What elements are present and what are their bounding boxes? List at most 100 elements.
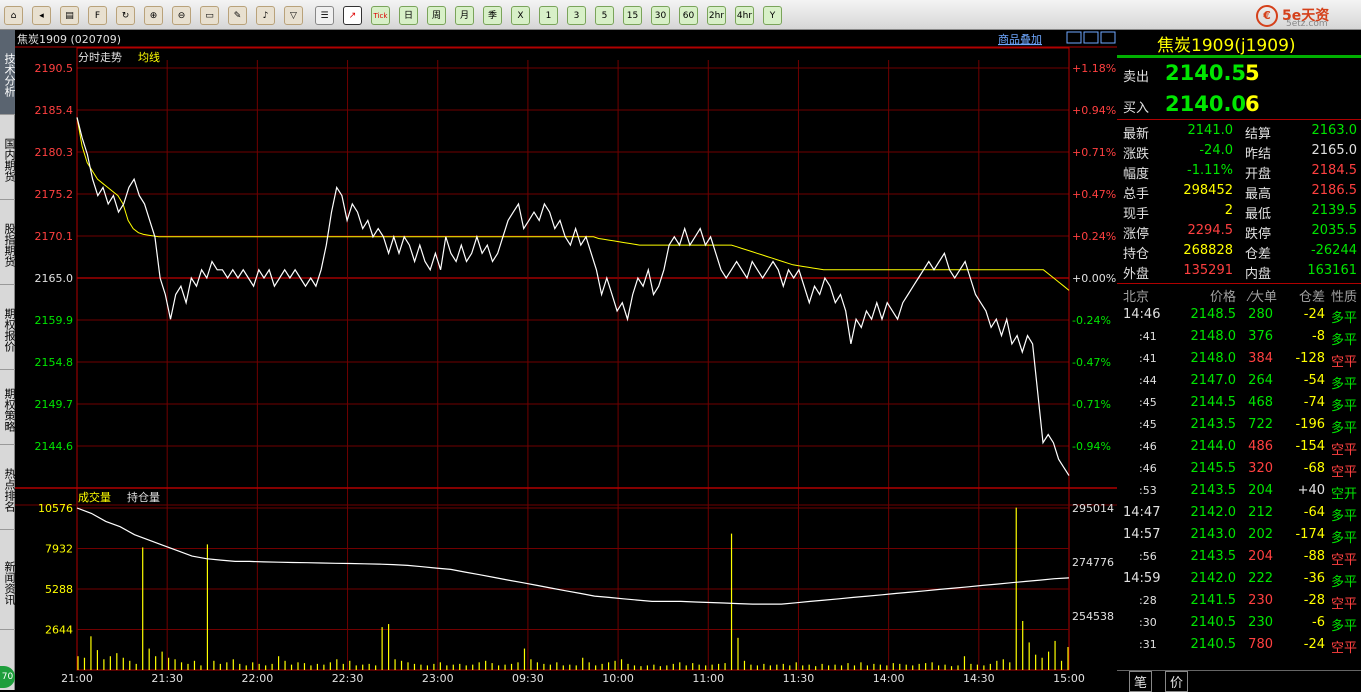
save-icon[interactable]: ▤ xyxy=(60,6,79,25)
period-button-16[interactable]: 月 xyxy=(455,6,474,25)
stat-value: 298452 xyxy=(1183,183,1233,198)
tick-oi-change: -128 xyxy=(1295,351,1325,366)
tick-time: :44 xyxy=(1139,374,1157,387)
tick-time: :46 xyxy=(1139,462,1157,475)
sidebar-tab-2[interactable]: 股指期货 xyxy=(0,200,16,285)
buy-volume: 6 xyxy=(1245,92,1260,116)
stat-value: 2035.5 xyxy=(1311,223,1358,238)
period-button-24[interactable]: 60 xyxy=(679,6,698,25)
bell-icon[interactable]: ♪ xyxy=(256,6,275,25)
period-button-13[interactable]: Tick xyxy=(371,6,390,25)
time-tick-label: 21:30 xyxy=(151,672,183,685)
stats-divider xyxy=(1117,283,1361,284)
time-tick-label: 22:30 xyxy=(332,672,364,685)
sidebar-tab-4[interactable]: 期权策略 xyxy=(0,370,16,445)
sidebar-tab-6[interactable]: 新闻资讯 xyxy=(0,530,16,630)
tick-oi-change: -8 xyxy=(1312,329,1325,344)
period-button-22[interactable]: 15 xyxy=(623,6,642,25)
tick-time: :46 xyxy=(1139,440,1157,453)
tick-volume: 376 xyxy=(1248,329,1273,344)
time-tick-label: 10:00 xyxy=(602,672,634,685)
period-button-15[interactable]: 周 xyxy=(427,6,446,25)
tick-price: 2148.0 xyxy=(1190,351,1237,366)
bottom-tab-1[interactable]: 价 xyxy=(1165,671,1189,692)
stat-value: 2294.5 xyxy=(1187,223,1234,238)
chart: 焦炭1909 (020709) 商品叠加分时走势 均线 2190.5 +1.18% 218… xyxy=(15,30,1117,690)
tick-time: :30 xyxy=(1139,616,1157,629)
period-button-17[interactable]: 季 xyxy=(483,6,502,25)
home-icon[interactable]: ⌂ xyxy=(4,6,23,25)
sidebar-tab-3[interactable]: 期权报价 xyxy=(0,285,16,370)
stat-value: 2 xyxy=(1224,203,1233,218)
tick-volume: 320 xyxy=(1248,461,1273,476)
sidebar-tab-1[interactable]: 国内期货 xyxy=(0,115,16,200)
stat-label: 最低 xyxy=(1245,207,1272,222)
stat-label: 跌停 xyxy=(1245,227,1272,242)
tick-oi-change: -36 xyxy=(1303,571,1325,586)
period-button-27[interactable]: Y xyxy=(763,6,782,25)
period-button-18[interactable]: X xyxy=(511,6,530,25)
nav-arrow-icon-0[interactable] xyxy=(1066,31,1082,44)
pct-tick-label: +0.00% xyxy=(1072,272,1116,285)
tick-time: 14:47 xyxy=(1123,505,1161,520)
tab-intraday[interactable]: 分时走势 xyxy=(78,51,122,64)
overlay-link[interactable]: 商品叠加 xyxy=(998,32,1042,46)
period-button-25[interactable]: 2hr xyxy=(707,6,726,25)
time-tick-label: 11:00 xyxy=(692,672,724,685)
tick-volume: 230 xyxy=(1248,615,1273,630)
stat-value: 163161 xyxy=(1307,263,1357,278)
bottom-tabs xyxy=(1117,670,1361,690)
window-icon[interactable]: ▭ xyxy=(200,6,219,25)
stat-label: 结算 xyxy=(1245,127,1272,142)
pct-tick-label: +0.24% xyxy=(1072,230,1116,243)
pct-tick-label: -0.24% xyxy=(1072,314,1111,327)
time-tick-label: 22:00 xyxy=(242,672,274,685)
tick-type: 多平 xyxy=(1330,619,1357,634)
period-button-26[interactable]: 4hr xyxy=(735,6,754,25)
tab-avg[interactable]: 均线 xyxy=(138,50,160,64)
f10[interactable]: F xyxy=(88,6,107,25)
nav-arrow-icon-2[interactable] xyxy=(1100,31,1116,44)
filter-icon[interactable]: ▽ xyxy=(284,6,303,25)
period-button-21[interactable]: 5 xyxy=(595,6,614,25)
intraday-chart-icon[interactable]: ↗ xyxy=(343,6,362,25)
tick-volume: 204 xyxy=(1248,483,1273,498)
tick-volume: 204 xyxy=(1248,549,1273,564)
zoom-out-icon[interactable]: ⊖ xyxy=(172,6,191,25)
volume-tick-label: 5288 xyxy=(45,583,73,596)
zoom-in-icon[interactable]: ⊕ xyxy=(144,6,163,25)
sidebar-tab-5[interactable]: 热点排名 xyxy=(0,445,16,530)
quote-panel: 焦炭1909(j1909) 卖出 2140.5 5 买入 2140.0 6 最新 2141.0 结… xyxy=(1117,30,1361,692)
oi-tick-label: 254538 xyxy=(1072,610,1114,623)
tick-price: 2143.5 xyxy=(1190,483,1237,498)
time-tick-label: 09:30 xyxy=(512,672,544,685)
oi-tick-label: 274776 xyxy=(1072,556,1114,569)
time-tick-label: 21:00 xyxy=(61,672,93,685)
tick-volume: 280 xyxy=(1248,307,1273,322)
nav-arrow-icon-1[interactable] xyxy=(1083,31,1099,44)
list-icon[interactable]: ☰ xyxy=(315,6,334,25)
draw-icon[interactable]: ✎ xyxy=(228,6,247,25)
tick-time: :56 xyxy=(1139,550,1157,563)
tick-type: 多平 xyxy=(1330,575,1357,590)
tick-type: 空平 xyxy=(1330,443,1357,458)
tick-type: 空平 xyxy=(1330,553,1357,568)
tick-price: 2145.5 xyxy=(1190,461,1237,476)
sell-price: 2140.5 xyxy=(1165,61,1247,85)
period-button-20[interactable]: 3 xyxy=(567,6,586,25)
period-button-19[interactable]: 1 xyxy=(539,6,558,25)
ticks-header-price: 价格 xyxy=(1209,290,1236,305)
pct-tick-label: +0.94% xyxy=(1072,104,1116,117)
back-icon[interactable]: ◂ xyxy=(32,6,51,25)
period-button-23[interactable]: 30 xyxy=(651,6,670,25)
refresh-icon[interactable]: ↻ xyxy=(116,6,135,25)
sell-volume: 5 xyxy=(1245,61,1260,85)
tick-volume: 780 xyxy=(1248,637,1273,652)
bottom-tab-0[interactable]: 笔 xyxy=(1129,671,1153,692)
sidebar-tab-0[interactable]: 技术分析 xyxy=(0,30,16,115)
tick-volume: 486 xyxy=(1248,439,1273,454)
tick-oi-change: -28 xyxy=(1303,593,1325,608)
period-button-14[interactable]: 日 xyxy=(399,6,418,25)
tick-volume: 202 xyxy=(1248,527,1273,542)
stat-value: 2139.5 xyxy=(1311,203,1358,218)
